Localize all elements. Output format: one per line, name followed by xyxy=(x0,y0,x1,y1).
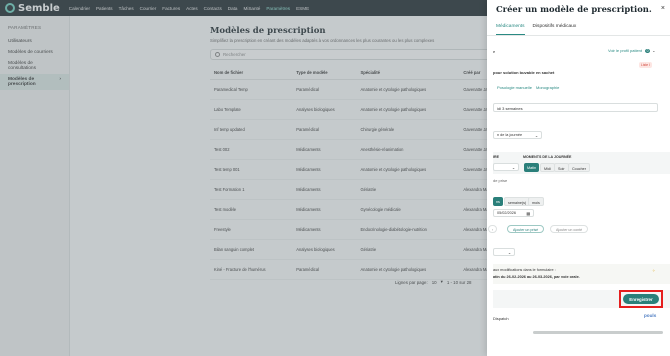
moment-soir-button[interactable]: Soir xyxy=(554,163,569,172)
chevron-down-icon: ⌄ xyxy=(652,48,656,53)
footer-text: Dispatch xyxy=(493,316,509,321)
add-note-button[interactable]: Ajouter un conté xyxy=(550,225,589,233)
chevron-down-icon: ⌄ xyxy=(534,133,538,138)
unit-months-button[interactable]: mois xyxy=(528,197,544,206)
chevron-down-icon: ⌄ xyxy=(511,165,515,170)
add-intake-button[interactable]: Ajouter un prisé xyxy=(507,225,545,233)
panel-tabs: Médicaments Dispositifs médicaux xyxy=(487,24,670,36)
truncated-label: e xyxy=(493,49,496,54)
de-prise-label: de prise xyxy=(493,178,508,183)
remove-button[interactable]: ‹ xyxy=(488,225,498,233)
quantity-select[interactable]: ⌄ xyxy=(493,163,519,171)
moment-matin-button[interactable]: Matin xyxy=(524,163,540,172)
panel-title: Créer un modèle de prescription. xyxy=(496,4,652,14)
patient-profile-link[interactable]: Voir le profil patient 0 ⌄ xyxy=(608,48,656,53)
unit-days-button[interactable]: ns xyxy=(493,197,503,206)
calendar-icon: ▦ xyxy=(526,211,530,216)
list-badge: Liste I xyxy=(639,62,653,68)
monograph-label: Monographie xyxy=(536,85,560,90)
start-date-value: 05/02/2026 xyxy=(497,211,517,215)
frequency-value: n de la journée xyxy=(497,133,523,137)
unit-weeks-button[interactable]: semaine(s) xyxy=(504,197,531,206)
horizontal-scrollbar[interactable] xyxy=(533,331,663,334)
route-select[interactable]: ⌄ xyxy=(493,248,515,256)
drug-description: pour solution buvable en sachet xyxy=(493,70,555,75)
tab-medicaments[interactable]: Médicaments xyxy=(496,24,525,35)
moments-label: MOMENTS DE LA JOURNÉE xyxy=(523,155,572,159)
monograph-link[interactable]: Monographie xyxy=(536,85,559,90)
duration-field[interactable]: idi 3 semaines xyxy=(493,103,658,112)
summary-label: aux modifications dans le formulaire : xyxy=(493,268,556,272)
profile-count-badge: 0 xyxy=(645,49,651,53)
frequency-select[interactable]: n de la journée ⌄ xyxy=(493,131,542,139)
start-date-field[interactable]: 05/02/2026 ▦ xyxy=(493,209,534,217)
summary-section xyxy=(493,264,670,284)
close-icon[interactable]: × xyxy=(661,5,665,12)
section-label-left: IRE xyxy=(493,155,499,159)
patient-profile-label: Voir le profil patient xyxy=(608,48,643,53)
chevron-down-icon: ⌄ xyxy=(507,250,511,255)
summary-text: atin du 26-02-2026 au 26-03-2026, par vo… xyxy=(493,275,580,279)
manual-posology-label: Posologie manuelle xyxy=(497,85,532,90)
manual-posology-link[interactable]: Posologie manuelle xyxy=(497,85,532,90)
moment-coucher-button[interactable]: Coucher xyxy=(568,163,590,172)
chevron-left-icon: ‹ xyxy=(492,227,494,232)
tab-dispositifs-medicaux[interactable]: Dispositifs médicaux xyxy=(533,24,577,35)
moment-midi-button[interactable]: Midi xyxy=(540,163,555,172)
brand-logo: pouls xyxy=(644,313,657,318)
sparkle-icon: ✧ xyxy=(652,268,656,273)
save-button[interactable]: Enregistrer xyxy=(623,294,659,304)
